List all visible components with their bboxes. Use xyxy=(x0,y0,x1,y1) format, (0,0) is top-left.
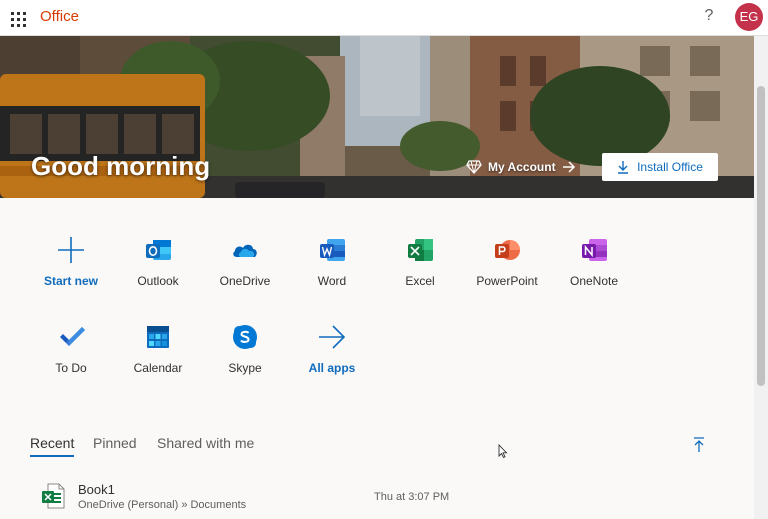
app-all-apps[interactable]: All apps xyxy=(292,323,372,393)
file-modified-date: Thu at 3:07 PM xyxy=(374,491,450,503)
app-powerpoint[interactable]: PowerPoint xyxy=(467,236,547,306)
tab-pinned[interactable]: Pinned xyxy=(93,435,137,457)
app-outlook[interactable]: Outlook xyxy=(118,236,198,306)
app-onenote[interactable]: OneNote xyxy=(554,236,634,306)
help-icon[interactable]: ? xyxy=(700,6,718,26)
app-onedrive[interactable]: OneDrive xyxy=(205,236,285,306)
avatar[interactable]: EG xyxy=(735,3,763,31)
app-word[interactable]: Word xyxy=(292,236,372,306)
excel-file-icon xyxy=(42,483,65,509)
todo-icon xyxy=(60,327,85,346)
app-calendar[interactable]: Calendar xyxy=(118,323,198,393)
app-label: Word xyxy=(317,274,347,288)
calendar-icon xyxy=(147,326,169,348)
arrow-right-icon xyxy=(562,161,575,173)
app-start-new[interactable]: Start new xyxy=(31,236,111,306)
file-name[interactable]: Book1 xyxy=(78,482,115,497)
diamond-icon xyxy=(466,160,482,174)
greeting-title: Good morning xyxy=(31,151,211,181)
app-label: Excel xyxy=(405,274,435,288)
app-todo[interactable]: To Do xyxy=(31,323,111,393)
download-icon xyxy=(618,161,629,174)
app-label: PowerPoint xyxy=(476,274,538,288)
app-name[interactable]: Office xyxy=(40,8,79,25)
scrollbar-thumb[interactable] xyxy=(757,86,765,386)
upload-icon[interactable] xyxy=(692,437,706,453)
skype-icon xyxy=(233,325,257,349)
arrow-right-icon xyxy=(319,325,346,349)
page-scrollbar[interactable] xyxy=(754,36,768,519)
app-label: To Do xyxy=(55,361,87,375)
mouse-cursor-icon xyxy=(498,444,508,458)
hero-banner: Good morning My Account Install Office xyxy=(0,36,754,198)
outlook-icon xyxy=(146,240,171,260)
app-label: OneDrive xyxy=(219,274,271,288)
app-label: All apps xyxy=(308,361,356,375)
app-excel[interactable]: Excel xyxy=(380,236,460,306)
onedrive-icon xyxy=(233,244,257,257)
app-label: Start new xyxy=(43,274,98,288)
app-label: OneNote xyxy=(569,274,619,288)
file-row[interactable]: Book1 OneDrive (Personal) » Documents Th… xyxy=(30,476,740,519)
install-office-button[interactable]: Install Office xyxy=(602,153,718,181)
tab-shared-with-me[interactable]: Shared with me xyxy=(157,435,254,457)
word-icon xyxy=(320,239,345,261)
powerpoint-icon xyxy=(495,240,520,260)
onenote-icon xyxy=(582,239,607,261)
my-account-link[interactable]: My Account xyxy=(466,157,576,177)
top-bar: Office ? EG xyxy=(0,0,768,36)
file-location: OneDrive (Personal) » Documents xyxy=(78,499,247,511)
app-label: Calendar xyxy=(133,361,183,375)
app-label: Outlook xyxy=(137,274,179,288)
app-label: Skype xyxy=(228,361,262,375)
tab-recent[interactable]: Recent xyxy=(30,435,75,457)
my-account-label: My Account xyxy=(488,160,556,174)
install-office-label: Install Office xyxy=(637,160,703,174)
plus-icon xyxy=(58,237,84,263)
app-launcher-icon[interactable] xyxy=(4,5,30,31)
app-skype[interactable]: Skype xyxy=(205,323,285,393)
excel-icon xyxy=(408,239,433,261)
